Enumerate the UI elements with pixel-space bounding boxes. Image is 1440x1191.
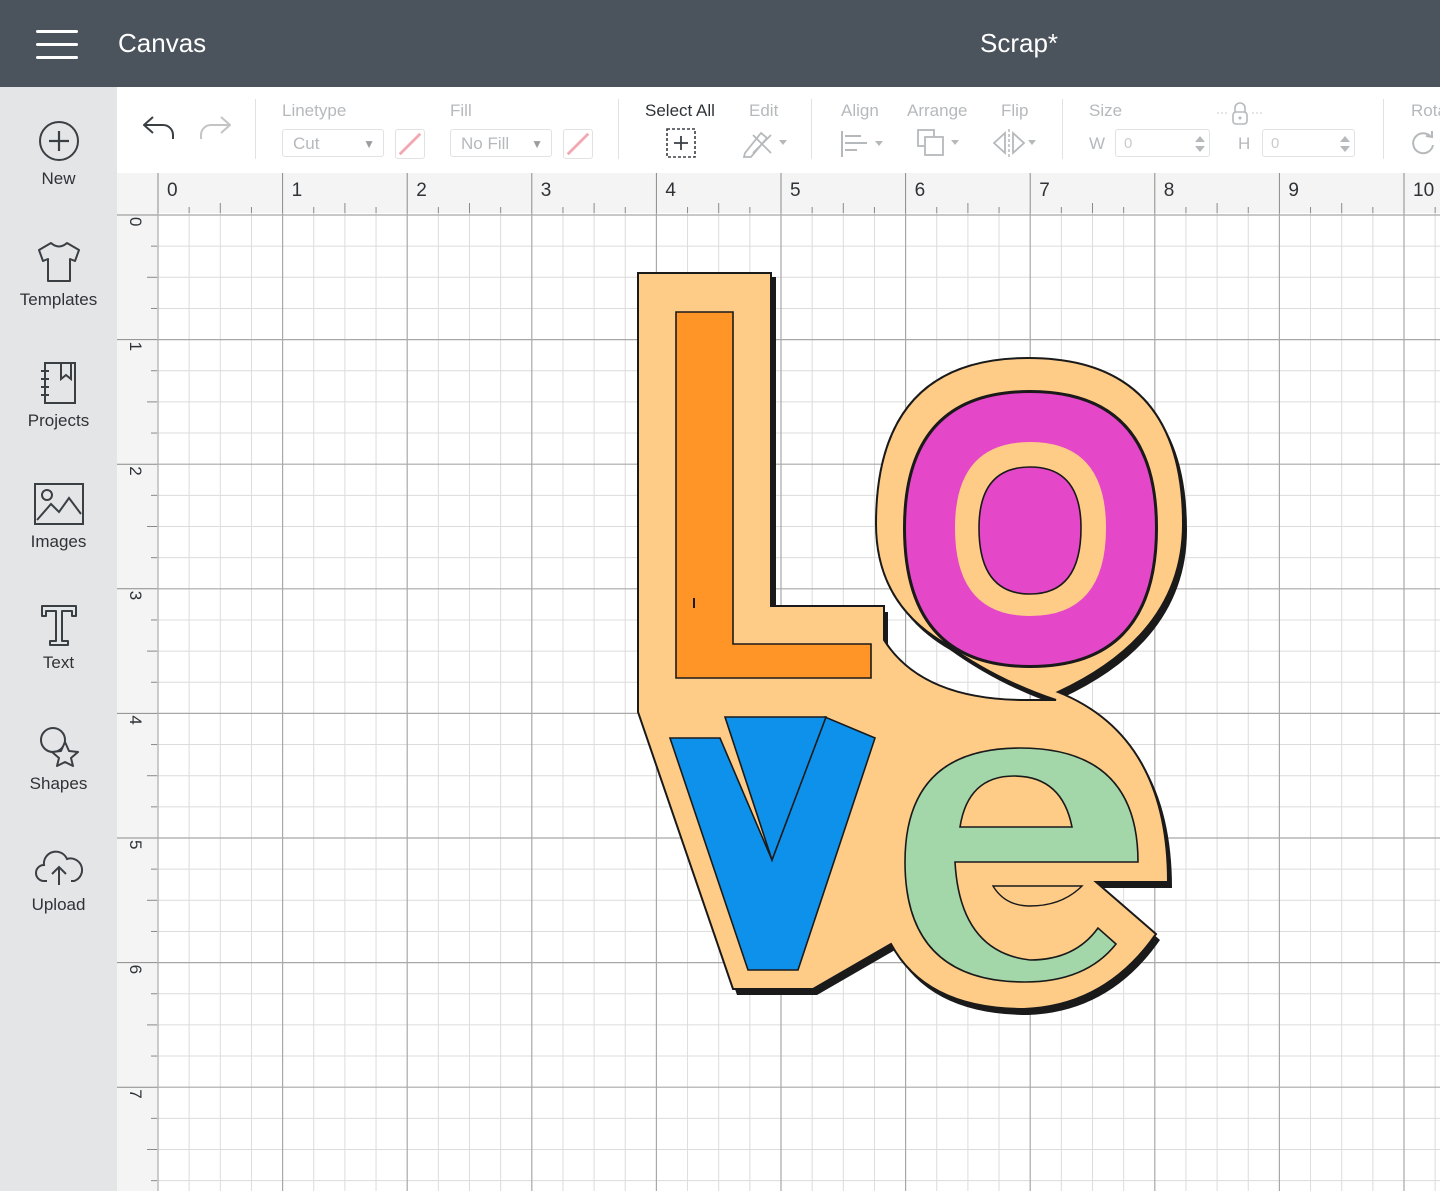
ruler-corner: [117, 173, 157, 213]
sidebar-item-label: Shapes: [29, 774, 88, 793]
caret-down-icon: ▼: [363, 137, 375, 151]
ruler-x-label: 4: [665, 180, 676, 201]
caret-down-icon: ▼: [531, 137, 543, 151]
ruler-y-label: 4: [126, 715, 145, 724]
sidebar-item-images[interactable]: Images: [0, 482, 117, 592]
ruler-x-label: 7: [1039, 180, 1050, 201]
sidebar-item-text[interactable]: Text: [0, 603, 117, 713]
select-all-label: Select All: [645, 101, 715, 120]
document-title[interactable]: Scrap*: [980, 28, 1058, 59]
ruler-x-label: 1: [292, 180, 303, 201]
ruler-x-label: 10: [1413, 180, 1434, 201]
flip-icon[interactable]: [991, 127, 1041, 159]
sidebar-item-label: Text: [42, 653, 75, 672]
sidebar-item-label: Images: [30, 532, 87, 551]
ruler-y-label: 7: [126, 1089, 145, 1098]
image-icon: [33, 483, 84, 525]
fill-label: Fill: [450, 101, 472, 120]
linetype-value: Cut: [293, 134, 320, 153]
tshirt-icon: [37, 242, 80, 282]
letter-o-counter: [978, 466, 1082, 595]
height-stepper-icon[interactable]: [1338, 133, 1352, 155]
sidebar-item-label: New: [41, 169, 76, 188]
sidebar-item-label: Projects: [27, 411, 90, 430]
horizontal-ruler: [117, 173, 1440, 213]
arrange-label: Arrange: [907, 101, 968, 120]
align-icon[interactable]: [839, 129, 889, 159]
fill-select[interactable]: No Fill ▼: [450, 129, 552, 157]
edit-tools-icon[interactable]: [741, 127, 791, 159]
height-label: H: [1238, 134, 1251, 153]
select-all-icon[interactable]: [665, 127, 697, 159]
redo-icon[interactable]: [197, 113, 233, 143]
flip-label: Flip: [1001, 101, 1029, 120]
ruler-x-label: 8: [1164, 180, 1175, 201]
ruler-y-label: 5: [126, 840, 145, 849]
ruler-y-label: 0: [126, 217, 145, 226]
design-canvas[interactable]: 0 1 2 3 4 5 6 7 8 9 10 0 1 2 3 4 5 6 7: [117, 173, 1440, 1191]
edit-label: Edit: [749, 101, 779, 120]
rotate-label: Rotate: [1411, 101, 1440, 120]
ruler-y-label: 3: [126, 591, 145, 600]
ruler-y-label: 2: [126, 466, 145, 475]
hamburger-icon[interactable]: [36, 30, 78, 60]
top-bar: Canvas Scrap*: [0, 0, 1440, 87]
size-label: Size: [1089, 101, 1123, 120]
ruler-y-label: 1: [126, 342, 145, 351]
align-label: Align: [841, 101, 879, 120]
left-sidebar: New Templates Projects Images Text Shape…: [0, 87, 117, 1191]
shapes-icon: [39, 727, 79, 767]
plus-circle-icon: [38, 121, 79, 161]
fill-value: No Fill: [461, 134, 510, 153]
toolbar-separator: [618, 99, 619, 159]
toolbar-separator: [1383, 99, 1384, 159]
book-icon: [40, 362, 76, 404]
toolbar-separator: [811, 99, 812, 159]
sidebar-item-label: Upload: [31, 895, 86, 914]
rotate-icon[interactable]: [1409, 129, 1437, 157]
sidebar-item-upload[interactable]: Upload: [0, 845, 117, 955]
height-value: 0: [1271, 135, 1280, 152]
sidebar-item-templates[interactable]: Templates: [0, 240, 117, 350]
ruler-x-label: 2: [416, 180, 427, 201]
text-t-icon: [40, 605, 77, 646]
fill-color-swatch[interactable]: [563, 129, 593, 159]
ruler-x-label: 5: [790, 180, 801, 201]
arrange-icon[interactable]: [915, 127, 965, 159]
app-title: Canvas: [118, 28, 207, 58]
toolbar-separator: [255, 99, 256, 159]
ruler-x-label: 0: [167, 180, 178, 201]
undo-icon[interactable]: [141, 113, 177, 143]
cloud-upload-icon: [34, 850, 83, 885]
sidebar-item-projects[interactable]: Projects: [0, 361, 117, 471]
linetype-label: Linetype: [282, 101, 347, 120]
width-stepper-icon[interactable]: [1193, 133, 1207, 155]
toolbar-separator: [1062, 99, 1063, 159]
width-value: 0: [1124, 135, 1133, 152]
sidebar-item-new[interactable]: New: [0, 119, 117, 229]
width-label: W: [1089, 134, 1106, 153]
sidebar-item-label: Templates: [19, 290, 98, 309]
linetype-color-swatch[interactable]: [395, 129, 425, 159]
lock-icon[interactable]: [1215, 101, 1265, 127]
edit-toolbar: Linetype Cut ▼ Fill No Fill ▼ Select All E…: [117, 87, 1440, 174]
ruler-x-label: 6: [915, 180, 926, 201]
ruler-x-label: 9: [1288, 180, 1299, 201]
sidebar-item-shapes[interactable]: Shapes: [0, 724, 117, 834]
ruler-x-label: 3: [541, 180, 552, 201]
ruler-y-label: 6: [126, 965, 145, 974]
linetype-select[interactable]: Cut ▼: [282, 129, 384, 157]
